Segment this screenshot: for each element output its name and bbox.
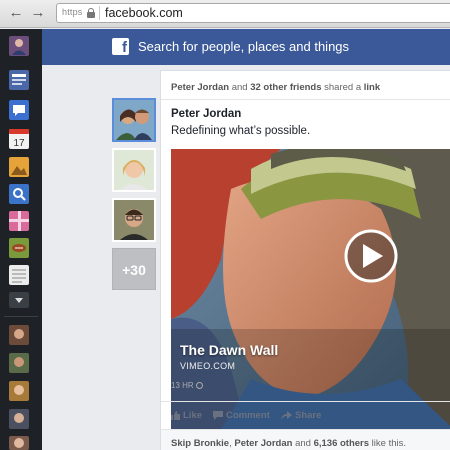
header-friends-link[interactable]: 32 other friends [250,82,321,93]
more-friends-button[interactable]: +30 [112,248,156,290]
friend-thumbnail-man[interactable] [112,198,156,242]
dock-friend-avatars [9,325,29,450]
comment-button[interactable]: Comment [213,410,270,421]
friend-thumbnail-couple[interactable] [112,98,156,142]
svg-text:17: 17 [13,138,25,149]
forward-arrow-icon[interactable]: → [30,5,46,21]
friend-thumbnail-woman[interactable] [112,148,156,192]
thumbs-up-icon [171,411,180,420]
address-bar[interactable]: https facebook.com [56,3,450,23]
header-actor-link[interactable]: Peter Jordan [171,82,229,93]
more-icon [9,292,29,308]
photos-icon [9,157,29,177]
search-icon [9,184,29,204]
profile-icon [9,36,29,56]
couple-photo [114,100,154,140]
likers-count-link[interactable]: 6,136 others [314,438,369,449]
events-icon: 17 [9,129,29,149]
share-arrow-icon [281,411,292,420]
liker-link-1[interactable]: Skip Bronkie [171,438,229,449]
url-text[interactable]: facebook.com [105,6,183,20]
woman-photo [114,150,154,190]
comment-icon [213,411,223,420]
search-input[interactable]: Search for people, places and things [138,39,349,54]
video-title[interactable]: The Dawn Wall [180,342,278,358]
messages-icon [9,100,29,120]
like-button[interactable]: Like [171,410,202,421]
facebook-logo-icon[interactable]: f [112,38,129,55]
video-source: VIMEO.COM [180,361,236,371]
globe-icon [195,382,203,389]
header-link-link[interactable]: link [364,82,380,93]
story-header: Peter Jordan and 32 other friends shared… [171,82,381,93]
url-protocol: https [62,7,83,17]
post-timestamp[interactable]: 13 HR [171,381,203,390]
share-button[interactable]: Share [281,410,321,421]
games-icon [9,238,29,258]
man-photo [114,200,154,240]
likes-summary: Skip Bronkie, Peter Jordan and 6,136 oth… [161,429,450,450]
browser-toolbar: ← → https facebook.com [0,0,450,28]
author-name[interactable]: Peter Jordan [171,108,241,120]
app-dock: 17 [0,29,42,450]
status-text: Redefining what’s possible. [171,125,311,137]
lock-icon [87,8,95,18]
liker-link-2[interactable]: Peter Jordan [234,438,292,449]
news-feed-story: Peter Jordan and 32 other friends shared… [160,70,450,450]
gifts-icon [9,211,29,231]
facebook-header: f Search for people, places and things [42,29,450,65]
dock-icons: 17 [4,36,38,450]
back-arrow-icon[interactable]: ← [8,5,24,21]
news-feed-icon [9,70,29,90]
notes-icon [9,265,29,285]
